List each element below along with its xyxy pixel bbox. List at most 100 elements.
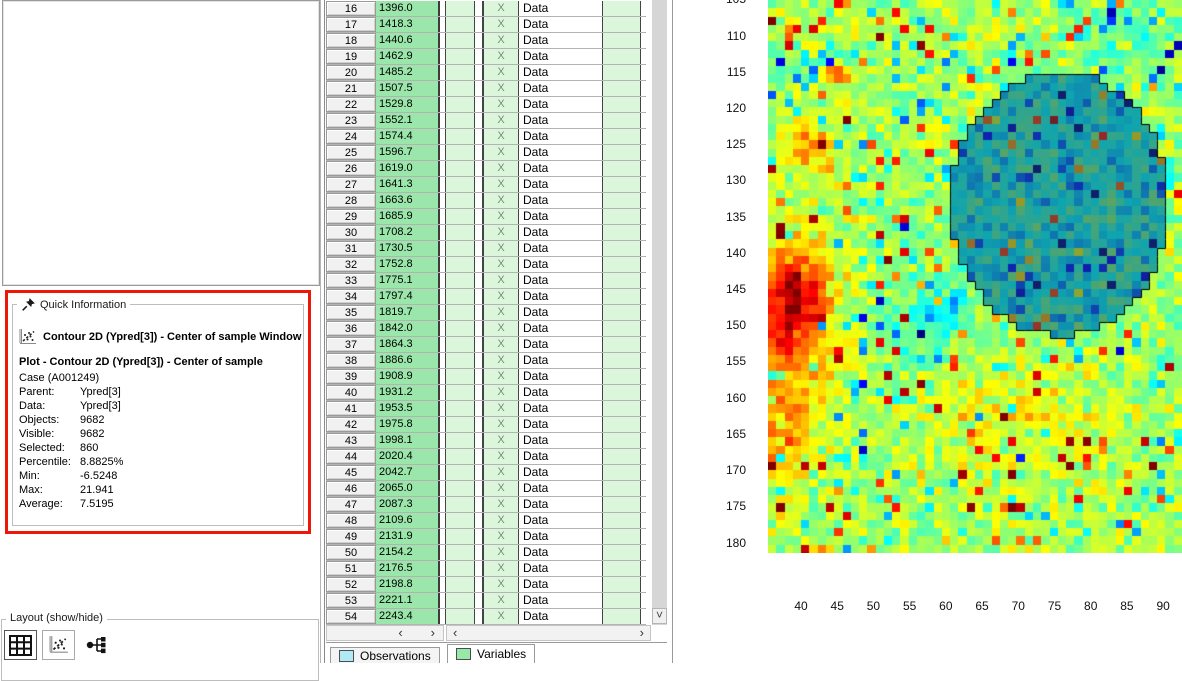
- row-header-button[interactable]: 52: [326, 577, 376, 592]
- vertical-scrollbar[interactable]: ˅: [652, 0, 667, 625]
- value-cell[interactable]: 1998.1: [376, 433, 440, 448]
- row-header-button[interactable]: 18: [326, 33, 376, 48]
- row-header-button[interactable]: 34: [326, 289, 376, 304]
- empty-green-cell[interactable]: [445, 369, 475, 384]
- row-header-button[interactable]: 24: [326, 129, 376, 144]
- value-cell[interactable]: 1864.3: [376, 337, 440, 352]
- x-mark-cell[interactable]: X: [483, 561, 519, 576]
- value-cell[interactable]: 1485.2: [376, 65, 440, 80]
- value-cell[interactable]: 1596.7: [376, 145, 440, 160]
- empty-green-cell[interactable]: [603, 161, 641, 176]
- row-header-button[interactable]: 53: [326, 593, 376, 608]
- row-header-button[interactable]: 36: [326, 321, 376, 336]
- data-label-cell[interactable]: Data: [519, 257, 603, 272]
- row-header-button[interactable]: 22: [326, 97, 376, 112]
- value-cell[interactable]: 1730.5: [376, 241, 440, 256]
- x-mark-cell[interactable]: X: [483, 113, 519, 128]
- data-label-cell[interactable]: Data: [519, 401, 603, 416]
- empty-green-cell[interactable]: [603, 385, 641, 400]
- row-header-button[interactable]: 54: [326, 609, 376, 624]
- row-header-button[interactable]: 41: [326, 401, 376, 416]
- data-label-cell[interactable]: Data: [519, 129, 603, 144]
- data-label-cell[interactable]: Data: [519, 193, 603, 208]
- x-mark-cell[interactable]: X: [483, 17, 519, 32]
- x-mark-cell[interactable]: X: [483, 65, 519, 80]
- empty-green-cell[interactable]: [445, 353, 475, 368]
- empty-green-cell[interactable]: [603, 321, 641, 336]
- row-header-button[interactable]: 38: [326, 353, 376, 368]
- empty-green-cell[interactable]: [445, 481, 475, 496]
- x-mark-cell[interactable]: X: [483, 497, 519, 512]
- chevron-left-icon[interactable]: ‹: [398, 626, 402, 640]
- value-cell[interactable]: 1552.1: [376, 113, 440, 128]
- data-label-cell[interactable]: Data: [519, 65, 603, 80]
- row-header-button[interactable]: 50: [326, 545, 376, 560]
- data-label-cell[interactable]: Data: [519, 337, 603, 352]
- row-header-button[interactable]: 46: [326, 481, 376, 496]
- empty-green-cell[interactable]: [603, 1, 641, 16]
- empty-green-cell[interactable]: [445, 145, 475, 160]
- row-header-button[interactable]: 27: [326, 177, 376, 192]
- x-mark-cell[interactable]: X: [483, 145, 519, 160]
- data-label-cell[interactable]: Data: [519, 433, 603, 448]
- empty-green-cell[interactable]: [603, 513, 641, 528]
- data-label-cell[interactable]: Data: [519, 529, 603, 544]
- value-cell[interactable]: 1953.5: [376, 401, 440, 416]
- empty-green-cell[interactable]: [603, 177, 641, 192]
- data-label-cell[interactable]: Data: [519, 465, 603, 480]
- value-cell[interactable]: 1931.2: [376, 385, 440, 400]
- empty-green-cell[interactable]: [445, 513, 475, 528]
- empty-green-cell[interactable]: [445, 193, 475, 208]
- empty-green-cell[interactable]: [603, 433, 641, 448]
- row-header-button[interactable]: 51: [326, 561, 376, 576]
- empty-green-cell[interactable]: [603, 193, 641, 208]
- data-label-cell[interactable]: Data: [519, 145, 603, 160]
- x-mark-cell[interactable]: X: [483, 417, 519, 432]
- empty-green-cell[interactable]: [445, 113, 475, 128]
- value-cell[interactable]: 1462.9: [376, 49, 440, 64]
- value-cell[interactable]: 1797.4: [376, 289, 440, 304]
- empty-green-cell[interactable]: [603, 417, 641, 432]
- value-cell[interactable]: 2243.4: [376, 609, 440, 624]
- value-cell[interactable]: 1641.3: [376, 177, 440, 192]
- x-mark-cell[interactable]: X: [483, 481, 519, 496]
- data-label-cell[interactable]: Data: [519, 241, 603, 256]
- empty-green-cell[interactable]: [603, 257, 641, 272]
- row-header-button[interactable]: 40: [326, 385, 376, 400]
- value-cell[interactable]: 1708.2: [376, 225, 440, 240]
- chevron-right-icon[interactable]: ›: [431, 626, 435, 640]
- row-header-button[interactable]: 19: [326, 49, 376, 64]
- value-cell[interactable]: 2176.5: [376, 561, 440, 576]
- empty-green-cell[interactable]: [445, 17, 475, 32]
- empty-green-cell[interactable]: [445, 225, 475, 240]
- data-label-cell[interactable]: Data: [519, 353, 603, 368]
- empty-green-cell[interactable]: [603, 465, 641, 480]
- empty-green-cell[interactable]: [603, 577, 641, 592]
- empty-green-cell[interactable]: [603, 225, 641, 240]
- empty-green-cell[interactable]: [445, 577, 475, 592]
- empty-green-cell[interactable]: [445, 97, 475, 112]
- data-label-cell[interactable]: Data: [519, 49, 603, 64]
- value-cell[interactable]: 1908.9: [376, 369, 440, 384]
- empty-green-cell[interactable]: [603, 129, 641, 144]
- empty-green-cell[interactable]: [445, 33, 475, 48]
- value-cell[interactable]: 1685.9: [376, 209, 440, 224]
- data-label-cell[interactable]: Data: [519, 481, 603, 496]
- empty-green-cell[interactable]: [445, 289, 475, 304]
- data-label-cell[interactable]: Data: [519, 417, 603, 432]
- row-header-button[interactable]: 26: [326, 161, 376, 176]
- x-mark-cell[interactable]: X: [483, 529, 519, 544]
- tab-observations[interactable]: Observations: [330, 647, 440, 663]
- empty-green-cell[interactable]: [603, 145, 641, 160]
- value-cell[interactable]: 1507.5: [376, 81, 440, 96]
- value-cell[interactable]: 1529.8: [376, 97, 440, 112]
- row-header-button[interactable]: 16: [326, 1, 376, 16]
- x-mark-cell[interactable]: X: [483, 97, 519, 112]
- value-cell[interactable]: 1418.3: [376, 17, 440, 32]
- value-cell[interactable]: 1886.6: [376, 353, 440, 368]
- empty-green-cell[interactable]: [603, 353, 641, 368]
- contour-plot-button[interactable]: [42, 630, 75, 660]
- data-label-cell[interactable]: Data: [519, 545, 603, 560]
- empty-green-cell[interactable]: [603, 97, 641, 112]
- row-header-button[interactable]: 29: [326, 209, 376, 224]
